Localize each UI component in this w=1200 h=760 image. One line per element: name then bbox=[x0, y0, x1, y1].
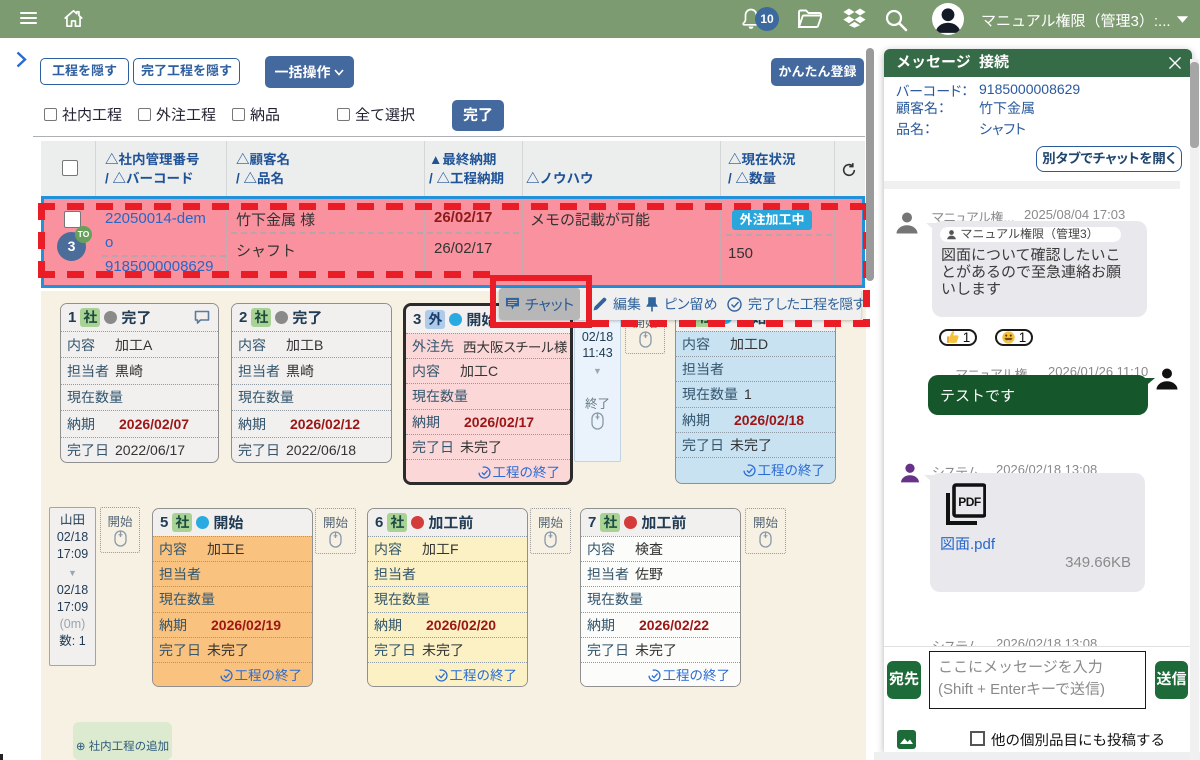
svg-text:PDF: PDF bbox=[958, 495, 981, 509]
